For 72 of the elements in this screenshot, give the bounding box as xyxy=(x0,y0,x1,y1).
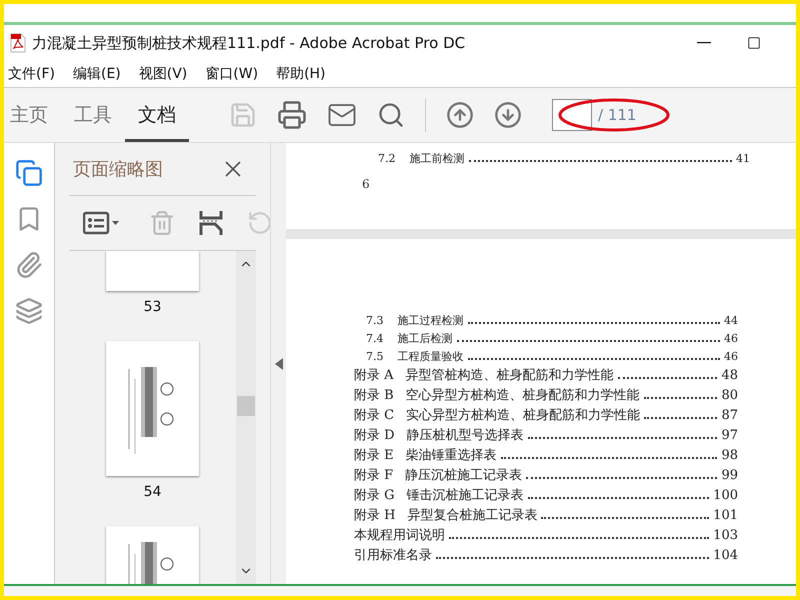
toc-number: 附录 A xyxy=(354,367,394,385)
menu-item[interactable]: 窗口(W) xyxy=(205,65,258,83)
toc-page-number: 101 xyxy=(713,507,738,525)
toc-number: 7.2 xyxy=(378,151,396,167)
toc-page-number: 80 xyxy=(721,387,738,405)
toc-page-number: 46 xyxy=(724,331,738,347)
toc-title: 实心异型方桩构造、桩身配筋和力学性能 xyxy=(406,407,640,425)
toc-page-number: 103 xyxy=(713,527,738,545)
toc-page-number: 98 xyxy=(721,447,738,465)
page-count: / 111 xyxy=(598,106,636,124)
toc-page-number: 44 xyxy=(724,313,738,329)
previous-page-icon[interactable] xyxy=(446,101,474,129)
page-thumbnail[interactable] xyxy=(106,341,199,476)
page-number-label: 53 xyxy=(144,299,162,315)
window-title: 力混凝土异型预制桩技术规程111.pdf - Adobe Acrobat Pro DC xyxy=(32,34,466,52)
toc-page-number: 87 xyxy=(721,407,738,425)
toc-number: 附录 B xyxy=(354,387,394,405)
toc-title: 静压桩机型号选择表 xyxy=(406,427,524,445)
toc-number: 7.4 xyxy=(366,331,384,347)
next-page-icon[interactable] xyxy=(494,101,522,129)
options-menu-icon[interactable] xyxy=(83,211,121,235)
toc-title: 施工后检测 xyxy=(398,331,452,347)
page-thumbnail[interactable] xyxy=(106,251,199,291)
panel-title: 页面缩略图 xyxy=(73,158,163,181)
toc-number: 附录 H xyxy=(354,507,396,525)
toc-page-number: 48 xyxy=(721,367,738,385)
tab[interactable]: 文档 xyxy=(125,88,189,142)
attachments-icon[interactable] xyxy=(15,251,43,279)
layers-icon[interactable] xyxy=(15,297,43,325)
toc-page-number: 46 xyxy=(724,349,738,365)
toc-number: 附录 D xyxy=(354,427,395,445)
toc-number: 附录 E xyxy=(354,447,394,465)
menu-item[interactable]: 视图(V) xyxy=(138,65,188,83)
pages-icon[interactable] xyxy=(15,159,43,187)
toc-page-number: 100 xyxy=(713,487,738,505)
toc-number: 7.3 xyxy=(366,313,384,329)
page-footer-number: 6 xyxy=(362,177,371,191)
menu-item[interactable]: 编辑(E) xyxy=(72,65,121,83)
toc-page-number: 104 xyxy=(713,547,738,565)
toc-page-number: 97 xyxy=(721,427,738,445)
tab[interactable]: 主页 xyxy=(4,88,61,142)
toc-title: 静压沉桩施工记录表 xyxy=(405,467,522,485)
toc-number: 附录 F xyxy=(354,467,394,485)
scrollbar[interactable] xyxy=(236,251,256,584)
pdf-file-icon xyxy=(10,33,26,53)
toc-page-number: 99 xyxy=(721,467,738,485)
maximize-icon xyxy=(747,36,761,50)
toc-page-number: 41 xyxy=(736,151,750,167)
toc-title: 工程质量验收 xyxy=(398,349,464,365)
toc-number: 附录 G xyxy=(354,487,395,505)
toc-title: 引用标准名录 xyxy=(354,547,432,565)
toc-title: 异型管桩构造、桩身配筋和力学性能 xyxy=(406,367,614,385)
page-number-label: 54 xyxy=(144,484,162,500)
toc-title: 施工过程检测 xyxy=(398,313,464,329)
print-icon[interactable] xyxy=(277,100,307,130)
page-thumbnail[interactable] xyxy=(106,526,199,584)
toc-title: 本规程用词说明 xyxy=(354,527,445,545)
toc-title: 空心异型方桩构造、桩身配筋和力学性能 xyxy=(406,387,640,405)
toc-title: 施工前检测 xyxy=(410,151,464,167)
toc-title: 柴油锤重选择表 xyxy=(406,447,497,465)
search-icon[interactable] xyxy=(377,101,405,129)
tab[interactable]: 工具 xyxy=(61,88,125,142)
toc-number: 附录 C xyxy=(354,407,394,425)
menu-item[interactable]: 文件(F) xyxy=(8,65,55,83)
toc-title: 锤击沉桩施工记录表 xyxy=(406,487,524,505)
collapse-handle[interactable] xyxy=(270,143,286,584)
toc-number: 7.5 xyxy=(366,349,384,365)
extract-page-icon[interactable] xyxy=(199,209,223,237)
toc-title: 异型复合桩施工记录表 xyxy=(407,507,538,525)
minimize-icon xyxy=(697,42,711,44)
menu-item[interactable]: 帮助(H) xyxy=(276,65,326,83)
scrollbar-thumb[interactable] xyxy=(237,396,255,416)
